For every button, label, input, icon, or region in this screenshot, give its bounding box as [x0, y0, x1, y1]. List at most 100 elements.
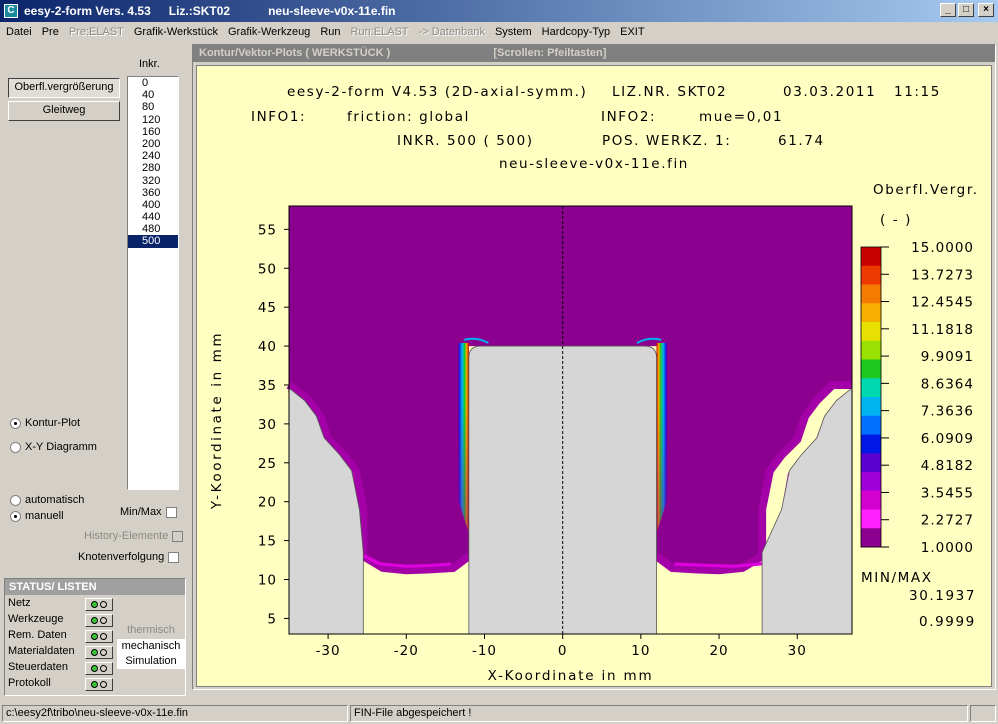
legend-value-label: 2.2727 [921, 513, 974, 529]
x-tick-label: 20 [709, 643, 728, 659]
mode-thermal[interactable]: thermisch [117, 623, 185, 638]
legend-color-swatch [861, 265, 881, 285]
x-tick-label: 0 [558, 643, 568, 659]
radio-contour-plot[interactable]: Kontur-Plot [10, 417, 80, 429]
increment-item[interactable]: 0 [128, 77, 178, 89]
mode-simulation[interactable]: Simulation [117, 654, 185, 669]
status-led-icon [91, 665, 98, 672]
status-led-icon [91, 617, 98, 624]
close-button[interactable]: × [978, 3, 994, 17]
status-led-icon [100, 665, 107, 672]
y-tick-label: 20 [258, 495, 277, 511]
status-indicator[interactable] [85, 662, 113, 675]
status-row-label: Steuerdaten [8, 661, 68, 673]
hot-zone-right-group [656, 342, 667, 533]
menu-item-5[interactable]: Run [320, 26, 340, 38]
legend-color-swatch [861, 490, 881, 510]
mode-mechanical[interactable]: mechanisch [117, 639, 185, 654]
contour-plot: -30 -20 -10 0 10 20 30 5 10 15 20 25 30 35 40 45 50 55 X-K… [209, 205, 974, 684]
legend-value-label: 12.4545 [911, 295, 974, 311]
status-row-label: Netz [8, 597, 31, 609]
y-tick-label: 30 [258, 417, 277, 433]
legend-color-swatch [861, 528, 881, 548]
checkbox-box [165, 506, 177, 518]
y-tick-label: 50 [258, 261, 277, 277]
increment-listbox[interactable]: 0 40 80 120 160 200 240 280 320 360 400 440 480 500 [127, 76, 179, 490]
status-row-label: Werkzeuge [8, 613, 64, 625]
y-tick-label: 40 [258, 339, 277, 355]
status-led-icon [91, 633, 98, 640]
status-indicator[interactable] [85, 630, 113, 643]
legend-color-swatch [861, 453, 881, 473]
menu-item-4[interactable]: Grafik-Werkzeug [228, 26, 310, 38]
increment-item[interactable]: 120 [128, 114, 178, 126]
hot-zone-left [458, 342, 469, 533]
status-panel: STATUS/ LISTEN thermisch mechanisch Simu… [4, 578, 186, 696]
radio-contour-label: Kontur-Plot [25, 417, 81, 429]
y-tick-label: 5 [267, 611, 277, 627]
status-led-icon [100, 617, 107, 624]
menu-item-0[interactable]: Datei [6, 26, 32, 38]
minimize-button[interactable]: _ [940, 3, 956, 17]
radio-manual[interactable]: manuell [10, 510, 64, 522]
increment-item[interactable]: 440 [128, 211, 178, 223]
increment-item[interactable]: 240 [128, 150, 178, 162]
checkbox-minmax[interactable]: Min/Max [120, 506, 177, 518]
increment-item[interactable]: 480 [128, 223, 178, 235]
increment-item[interactable]: 160 [128, 126, 178, 138]
status-led-icon [100, 633, 107, 640]
increment-item[interactable]: 400 [128, 199, 178, 211]
increment-item[interactable]: 280 [128, 162, 178, 174]
legend-color-swatch [861, 247, 881, 267]
x-tick-label: 10 [631, 643, 650, 659]
menu-item-1[interactable]: Pre [42, 26, 59, 38]
status-indicator[interactable] [85, 598, 113, 611]
radio-indicator [10, 494, 21, 506]
increment-item[interactable]: 360 [128, 187, 178, 199]
legend-color-swatch [861, 322, 881, 342]
x-axis-label: X-Koordinate in mm [488, 668, 654, 684]
app-icon: C [4, 4, 18, 18]
menu-item-8[interactable]: System [495, 26, 532, 38]
surface-enlargement-button[interactable]: Oberfl.vergrößerung [8, 78, 120, 98]
increment-item[interactable]: 40 [128, 89, 178, 101]
hot-zone-left-group [458, 342, 469, 533]
legend-value-label: 6.0909 [921, 431, 974, 447]
status-indicator[interactable] [85, 678, 113, 691]
status-led-icon [91, 649, 98, 656]
legend-value-label: 13.7273 [911, 267, 974, 283]
legend-color-swatch [861, 415, 881, 435]
increment-item[interactable]: 500 [128, 235, 178, 248]
legend-color-swatch [861, 509, 881, 529]
increment-item[interactable]: 80 [128, 101, 178, 113]
legend-value-label: 8.6364 [921, 376, 974, 392]
menu-item-9[interactable]: Hardcopy-Typ [542, 26, 610, 38]
status-indicator[interactable] [85, 646, 113, 659]
legend-layer: 15.0000 13.7273 12.4545 11.1818 9.9091 8.6364… [860, 240, 974, 556]
maximize-button[interactable]: □ [958, 3, 974, 17]
menu-item-3[interactable]: Grafik-Werkstück [134, 26, 218, 38]
increment-item[interactable]: 320 [128, 175, 178, 187]
checkbox-history-elements: History-Elemente [84, 530, 184, 542]
increment-item[interactable]: 200 [128, 138, 178, 150]
legend-color-swatch [861, 340, 881, 360]
status-panel-title: STATUS/ LISTEN [5, 579, 185, 595]
y-axis-label: Y-Koordinate in mm [209, 331, 225, 510]
legend-value-label: 7.3636 [921, 404, 974, 420]
x-tick-label: -10 [472, 643, 497, 659]
menu-item-10[interactable]: EXIT [620, 26, 644, 38]
status-indicator[interactable] [85, 614, 113, 627]
checkbox-box [172, 530, 184, 542]
window-controls: _ □ × [940, 3, 994, 17]
radio-automatic[interactable]: automatisch [10, 494, 84, 506]
checkbox-nodes-label: Knotenverfolgung [78, 551, 165, 563]
glide-path-button[interactable]: Gleitweg [8, 101, 120, 121]
app-title: eesy-2-form Vers. 4.53 [24, 4, 151, 18]
radio-indicator [10, 441, 21, 453]
radio-xy-diagram[interactable]: X-Y Diagramm [10, 441, 97, 453]
plot-window: Kontur/Vektor-Plots ( WERKSTÜCK ) [Scrol… [192, 44, 996, 690]
radio-manual-label: manuell [25, 510, 64, 522]
scroll-hint: [Scrollen: Pfeiltasten] [493, 47, 607, 59]
checkbox-node-tracking[interactable]: Knotenverfolgung [78, 551, 180, 563]
menu-bar: Datei Pre Pre:ELAST Grafik-Werkstück Grafik-… [0, 22, 998, 42]
